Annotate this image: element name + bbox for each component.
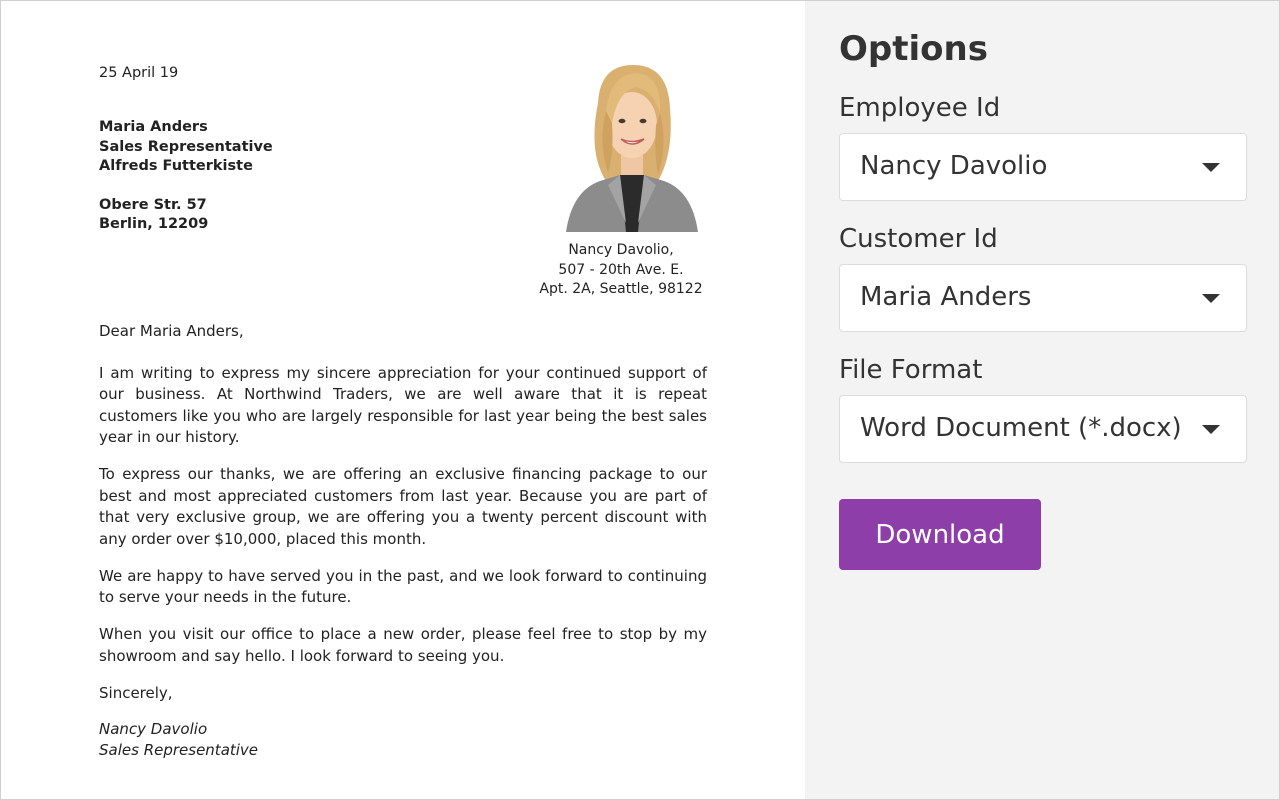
- employee-id-value: Nancy Davolio: [860, 151, 1048, 181]
- options-title: Options: [839, 29, 988, 69]
- closing: Sincerely,: [99, 683, 173, 702]
- employee-id-dropdown[interactable]: Nancy Davolio: [839, 133, 1247, 201]
- sender-address-line1: 507 - 20th Ave. E.: [558, 261, 684, 278]
- recipient-street: Obere Str. 57: [99, 196, 207, 213]
- file-format-dropdown[interactable]: Word Document (*.docx): [839, 395, 1247, 463]
- recipient-title: Sales Representative: [99, 138, 273, 155]
- chevron-down-icon: [1202, 294, 1220, 303]
- letter-date: 25 April 19: [99, 65, 179, 81]
- download-button[interactable]: Download: [839, 499, 1041, 570]
- recipient-city: Berlin, 12209: [99, 216, 209, 232]
- signature-title: Sales Representative: [99, 741, 259, 759]
- recipient-name: Maria Anders: [99, 119, 208, 135]
- letter-paragraph: I am writing to express my sincere appre…: [99, 363, 707, 447]
- chevron-down-icon: [1202, 163, 1220, 172]
- letter-paragraph: We are happy to have served you in the p…: [99, 566, 707, 607]
- letter-body: Dear Maria Anders, I am writing to expre…: [99, 321, 707, 761]
- customer-id-label: Customer Id: [839, 224, 998, 254]
- salutation: Dear Maria Anders,: [99, 322, 244, 340]
- recipient-block: Maria Anders Sales Representative Alfred…: [99, 118, 273, 235]
- signature-block: Nancy Davolio Sales Representative: [99, 719, 707, 761]
- options-panel: Options Employee Id Nancy Davolio Custom…: [805, 1, 1279, 799]
- recipient-company: Alfreds Futterkiste: [99, 158, 253, 174]
- sender-block: Nancy Davolio, 507 - 20th Ave. E. Apt. 2…: [521, 241, 721, 300]
- letter-paragraph: To express our thanks, we are offering a…: [99, 465, 707, 548]
- sender-name: Nancy Davolio,: [568, 242, 674, 258]
- signature-name: Nancy Davolio: [99, 720, 208, 738]
- letter-preview: 25 April 19 Maria Anders Sales Represent…: [1, 1, 805, 799]
- customer-id-dropdown[interactable]: Maria Anders: [839, 264, 1247, 332]
- file-format-label: File Format: [839, 355, 983, 385]
- customer-id-value: Maria Anders: [860, 282, 1032, 312]
- letter-paragraph: When you visit our office to place a new…: [99, 625, 707, 665]
- employee-id-label: Employee Id: [839, 93, 1001, 123]
- app-window: 25 April 19 Maria Anders Sales Represent…: [0, 0, 1280, 800]
- file-format-value: Word Document (*.docx): [860, 413, 1182, 443]
- employee-photo: [558, 63, 703, 232]
- sender-address-line2: Apt. 2A, Seattle, 98122: [539, 281, 703, 297]
- chevron-down-icon: [1202, 425, 1220, 434]
